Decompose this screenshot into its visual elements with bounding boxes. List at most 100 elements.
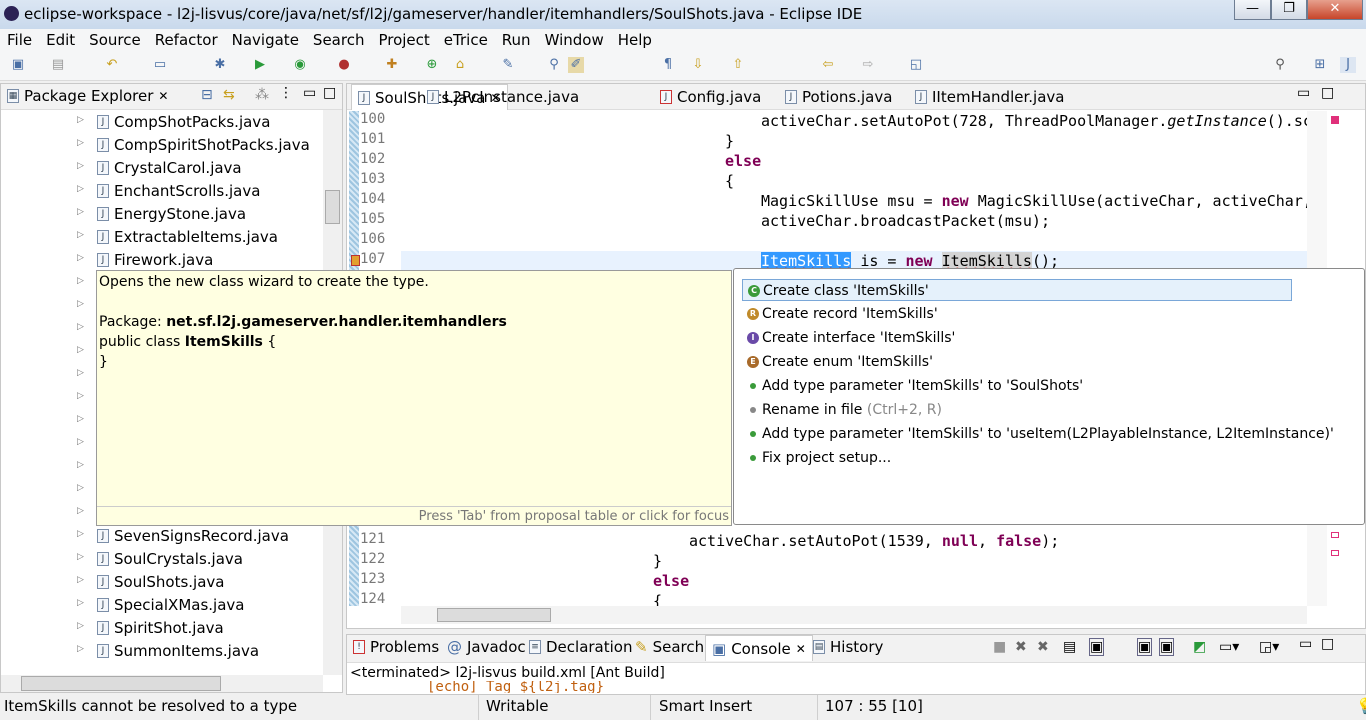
expand-arrow-icon[interactable]: ▷ <box>77 230 84 240</box>
forward-icon[interactable]: ⇨ <box>860 57 876 73</box>
tree-item[interactable]: ▷ J SpiritShot.java <box>1 617 321 640</box>
error-overview-marker[interactable] <box>1331 116 1339 124</box>
expand-arrow-icon[interactable]: ▷ <box>77 115 84 125</box>
prev-annotation-icon[interactable]: ⇧ <box>730 57 746 73</box>
expand-arrow-icon[interactable]: ▷ <box>77 598 84 608</box>
expand-arrow-icon[interactable]: ▷ <box>77 184 84 194</box>
status-insert-mode[interactable]: Smart Insert <box>659 697 752 715</box>
tree-item[interactable]: ▷ J EnergyStone.java <box>1 203 321 226</box>
proposal-item[interactable]: I Create interface 'ItemSkills' <box>742 327 1292 349</box>
link-editor-icon[interactable]: ⇆ <box>223 87 235 103</box>
display-console-icon[interactable]: ▭▾ <box>1219 639 1239 655</box>
search-toolbar-icon[interactable]: ✎ <box>500 57 516 73</box>
maximize-view-icon[interactable]: □ <box>323 85 336 101</box>
expand-arrow-icon[interactable]: ▷ <box>77 345 84 355</box>
expand-arrow-icon[interactable]: ▷ <box>77 644 84 654</box>
expand-arrow-icon[interactable]: ▷ <box>77 207 84 217</box>
maximize-view-icon[interactable]: □ <box>1321 636 1334 652</box>
tree-item[interactable]: ▷ J Firework.java <box>1 249 321 272</box>
open-console-icon[interactable]: ◲▾ <box>1259 639 1279 655</box>
scroll-lock-icon[interactable]: ▣ <box>1089 638 1105 656</box>
menu-edit[interactable]: Edit <box>39 29 82 51</box>
tab-javadoc[interactable]: @ Javadoc <box>447 638 526 656</box>
maximize-button[interactable]: ❐ <box>1271 0 1307 20</box>
menu-search[interactable]: Search <box>306 29 372 51</box>
tab-search[interactable]: ✎ Search <box>635 638 704 656</box>
expand-arrow-icon[interactable]: ▷ <box>77 575 84 585</box>
debug-icon[interactable]: ✱ <box>212 57 228 73</box>
show-stdout-icon[interactable]: ▣ <box>1137 638 1153 656</box>
show-stderr-icon[interactable]: ▣ <box>1159 638 1175 656</box>
expand-arrow-icon[interactable]: ▷ <box>77 138 84 148</box>
remove-launch-icon[interactable]: ✖ <box>1015 639 1027 655</box>
expand-arrow-icon[interactable]: ▷ <box>77 529 84 539</box>
tab-declaration[interactable]: ≡ Declaration <box>529 638 632 656</box>
back-icon[interactable]: ⇦ <box>820 57 836 73</box>
lightbulb-icon[interactable]: 💡 <box>1356 697 1366 715</box>
expand-arrow-icon[interactable]: ▷ <box>77 253 84 263</box>
tree-item[interactable]: ▷ J EnchantScrolls.java <box>1 180 321 203</box>
minimize-view-icon[interactable]: ▭ <box>303 85 316 101</box>
next-annotation-down-icon[interactable]: ⇩ <box>690 57 706 73</box>
menu-file[interactable]: File <box>0 29 39 51</box>
open-perspective-icon[interactable]: ⊞ <box>1312 57 1328 73</box>
proposal-item[interactable]: Add type parameter 'ItemSkills' to 'Soul… <box>742 375 1292 397</box>
tab-potions[interactable]: J Potions.java <box>785 88 892 106</box>
menu-source[interactable]: Source <box>82 29 148 51</box>
tab-problems[interactable]: ! Problems <box>353 638 439 656</box>
close-button[interactable]: ✕ <box>1307 0 1363 20</box>
remove-all-icon[interactable]: ✖ <box>1037 639 1049 655</box>
proposal-item[interactable]: R Create record 'ItemSkills' <box>742 303 1292 325</box>
expand-arrow-icon[interactable]: ▷ <box>77 299 84 309</box>
expand-arrow-icon[interactable]: ▷ <box>77 391 84 401</box>
expand-arrow-icon[interactable]: ▷ <box>77 506 84 516</box>
scrollbar-thumb[interactable] <box>21 676 221 691</box>
quickfix-error-icon[interactable] <box>351 255 360 266</box>
filter-icon[interactable]: ⁂ <box>255 87 269 103</box>
undo-icon[interactable]: ↶ <box>104 57 120 73</box>
pin-console-icon[interactable]: ◩ <box>1193 639 1206 655</box>
expand-arrow-icon[interactable]: ▷ <box>77 552 84 562</box>
menu-help[interactable]: Help <box>611 29 659 51</box>
menu-refactor[interactable]: Refactor <box>148 29 225 51</box>
proposal-item[interactable]: E Create enum 'ItemSkills' <box>742 351 1292 373</box>
package-explorer-tab[interactable]: ▦ Package Explorer ✕ <box>7 87 168 105</box>
minimize-editor-icon[interactable]: ▭ <box>1297 85 1310 101</box>
new-icon[interactable]: ▣ <box>10 57 26 73</box>
tab-console[interactable]: ▣ Console ✕ <box>705 635 813 661</box>
next-annotation-icon[interactable]: ⚲ <box>546 57 562 73</box>
coverage-icon[interactable]: ◉ <box>292 57 308 73</box>
tree-item[interactable]: ▷ J CompSpiritShotPacks.java <box>1 134 321 157</box>
menu-etrice[interactable]: eTrice <box>437 29 495 51</box>
maximize-editor-icon[interactable]: □ <box>1321 85 1334 101</box>
expand-arrow-icon[interactable]: ▷ <box>77 276 84 286</box>
menu-window[interactable]: Window <box>538 29 611 51</box>
expand-arrow-icon[interactable]: ▷ <box>77 414 84 424</box>
save-icon[interactable]: ▤ <box>50 57 66 73</box>
new-package-icon[interactable]: ✚ <box>384 57 400 73</box>
menu-project[interactable]: Project <box>371 29 436 51</box>
proposal-item[interactable]: Rename in file (Ctrl+2, R) <box>742 399 1292 421</box>
java-perspective-icon[interactable]: J <box>1340 57 1356 73</box>
warning-overview-marker[interactable] <box>1331 532 1339 538</box>
terminate-icon[interactable]: ■ <box>993 639 1006 655</box>
menu-navigate[interactable]: Navigate <box>225 29 306 51</box>
tree-item[interactable]: ▷ J SoulShots.java <box>1 571 321 594</box>
tree-item[interactable]: ▷ J SevenSignsRecord.java <box>1 525 321 548</box>
tree-item[interactable]: ▷ J SpecialXMas.java <box>1 594 321 617</box>
tab-l2pcinstance[interactable]: J L2PcInstance.java <box>427 88 579 106</box>
scrollbar-thumb[interactable] <box>325 190 340 224</box>
tab-history[interactable]: ▤ History <box>813 638 883 656</box>
show-whitespace-icon[interactable]: ¶ <box>660 57 676 73</box>
proposal-item[interactable]: Fix project setup... <box>742 447 1292 469</box>
tree-item[interactable]: ▷ J CompShotPacks.java <box>1 111 321 134</box>
collapse-all-icon[interactable]: ⊟ <box>201 87 213 103</box>
mark-occurrences-icon[interactable]: ✐ <box>568 57 584 73</box>
search-icon[interactable]: ⚲ <box>1272 57 1288 73</box>
open-type-icon[interactable]: ⌂ <box>452 57 468 73</box>
expand-arrow-icon[interactable]: ▷ <box>77 161 84 171</box>
tree-item[interactable]: ▷ J SummonItems.java <box>1 640 321 663</box>
editor-horizontal-scrollbar[interactable] <box>401 606 1307 624</box>
expand-arrow-icon[interactable]: ▷ <box>77 460 84 470</box>
run-icon[interactable]: ▶ <box>252 57 268 73</box>
